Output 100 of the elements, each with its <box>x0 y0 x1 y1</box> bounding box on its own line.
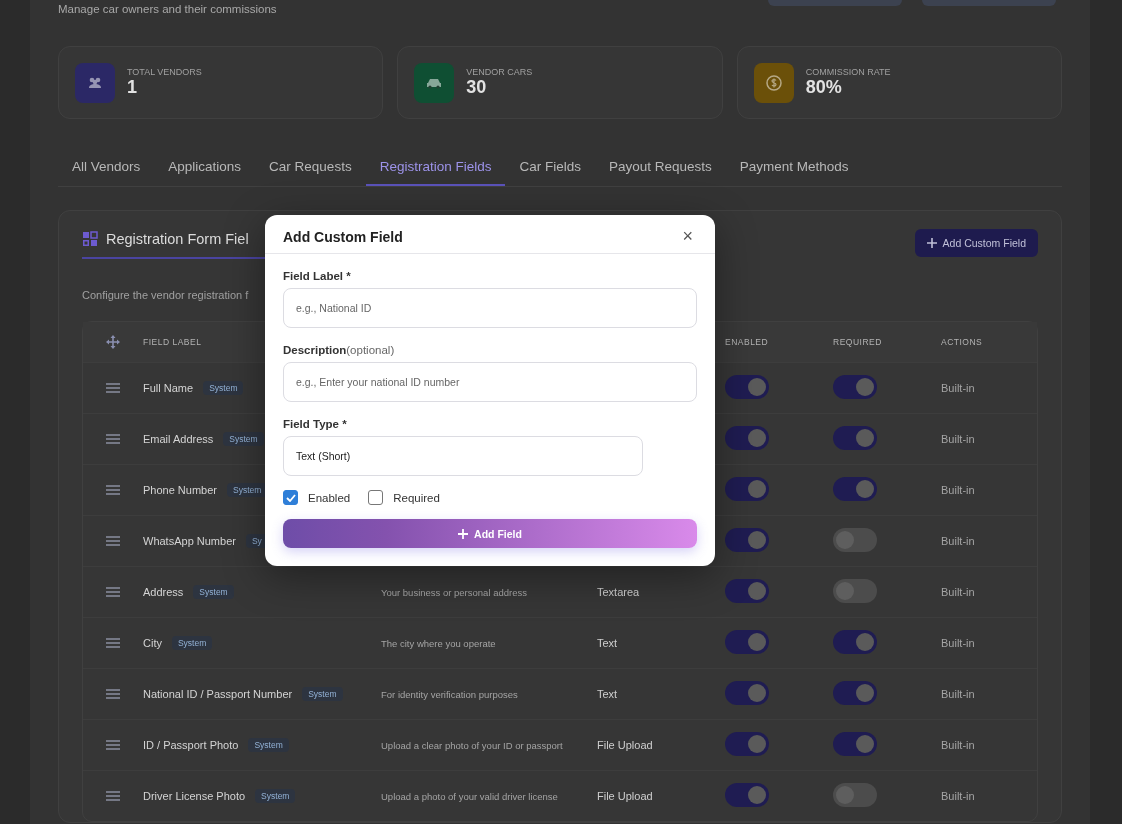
tab[interactable]: Payment Methods <box>725 149 863 186</box>
dialog-title: Add Custom Field <box>283 229 403 245</box>
field-label: Description(optional) <box>283 344 396 356</box>
drag-handle-icon[interactable] <box>106 740 120 750</box>
required-toggle[interactable] <box>833 579 877 603</box>
stat-value: 30 <box>466 77 488 98</box>
input-field[interactable]: e.g., National ID <box>283 288 697 328</box>
checkbox-label: Enabled <box>308 491 351 504</box>
field-label: Field Type * <box>283 418 348 430</box>
field-label: Address <box>143 586 184 598</box>
field-label: Phone Number <box>143 484 217 496</box>
column-header: ACTIONS <box>941 337 984 347</box>
field-label: Field Label * <box>283 270 352 282</box>
tab[interactable]: Car Requests <box>255 149 366 186</box>
drag-handle-icon[interactable] <box>106 689 120 699</box>
action-text: Built-in <box>941 637 975 649</box>
required-toggle[interactable] <box>833 681 877 705</box>
field-type: Text <box>597 637 618 649</box>
tab[interactable]: Applications <box>154 149 256 186</box>
field-description: Your business or personal address <box>381 587 527 598</box>
tab[interactable]: Car Fields <box>505 149 595 186</box>
field-label: Email Address <box>143 433 214 445</box>
system-tag: System <box>203 381 244 395</box>
enabled-toggle[interactable] <box>725 528 769 552</box>
action-text: Built-in <box>941 739 975 751</box>
tab[interactable]: All Vendors <box>58 149 155 186</box>
action-text: Built-in <box>941 382 975 394</box>
required-toggle[interactable] <box>833 375 877 399</box>
enabled-toggle[interactable] <box>725 681 769 705</box>
stat-label: COMMISSION RATE <box>805 67 891 77</box>
action-text: Built-in <box>941 535 975 547</box>
drag-handle-icon[interactable] <box>106 638 120 648</box>
field-label: Full Name <box>143 382 194 394</box>
stat-label: VENDOR CARS <box>466 67 533 77</box>
section-title: Registration Form Fiel <box>106 231 249 247</box>
drag-handle-icon[interactable] <box>106 536 120 546</box>
field-description: The city where you operate <box>381 638 496 649</box>
input-field[interactable]: e.g., Enter your national ID number <box>283 362 697 402</box>
enabled-toggle[interactable] <box>725 579 769 603</box>
field-label: Driver License Photo <box>143 790 246 802</box>
drag-handle-icon[interactable] <box>106 434 120 444</box>
required-toggle[interactable] <box>833 426 877 450</box>
add-field-button[interactable]: Add Field <box>283 519 697 548</box>
system-tag: System <box>227 483 268 497</box>
stat-label: TOTAL VENDORS <box>127 67 202 77</box>
field-type: Textarea <box>597 586 640 598</box>
stat-value: 1 <box>127 77 138 98</box>
page-subtitle: Manage car owners and their commissions <box>58 3 277 15</box>
system-tag: System <box>193 585 234 599</box>
tab[interactable]: Payout Requests <box>594 149 726 186</box>
column-header: FIELD LABEL <box>143 337 203 347</box>
field-label: ID / Passport Photo <box>143 739 239 751</box>
action-text: Built-in <box>941 688 975 700</box>
stat-value: 80% <box>805 77 843 98</box>
drag-handle-icon[interactable] <box>106 485 120 495</box>
field-type: File Upload <box>597 739 653 751</box>
field-label: City <box>143 637 162 649</box>
enabled-toggle[interactable] <box>725 783 769 807</box>
required-toggle[interactable] <box>833 783 877 807</box>
drag-handle-icon[interactable] <box>106 791 120 801</box>
add-custom-field-button[interactable]: Add Custom Field <box>914 229 1038 257</box>
system-tag: System <box>171 636 213 650</box>
enabled-toggle[interactable] <box>725 477 769 501</box>
checkbox[interactable] <box>368 490 384 505</box>
system-tag: System <box>223 432 264 446</box>
checkbox[interactable] <box>283 490 298 505</box>
enabled-toggle[interactable] <box>725 426 769 450</box>
field-label: National ID / Passport Number <box>143 688 293 700</box>
grid-icon <box>82 231 98 247</box>
action-text: Built-in <box>941 433 975 445</box>
system-tag: System <box>255 789 296 803</box>
column-header: ENABLED <box>725 337 770 347</box>
enabled-toggle[interactable] <box>725 732 769 756</box>
action-text: Built-in <box>941 484 975 496</box>
field-type: Text <box>597 688 618 700</box>
tab[interactable]: Registration Fields <box>365 149 506 186</box>
system-tag: System <box>302 687 343 701</box>
move-icon <box>105 334 121 350</box>
field-type-select[interactable]: Text (Short) <box>283 436 643 476</box>
column-header: REQUIRED <box>833 337 883 347</box>
field-description: Upload a photo of your valid driver license <box>381 791 558 802</box>
drag-handle-icon[interactable] <box>106 383 120 393</box>
enabled-toggle[interactable] <box>725 375 769 399</box>
drag-handle-icon[interactable] <box>106 587 120 597</box>
enabled-toggle[interactable] <box>725 630 769 654</box>
action-text: Built-in <box>941 790 975 802</box>
field-description: Upload a clear photo of your ID or passport <box>381 740 563 751</box>
required-toggle[interactable] <box>833 477 877 501</box>
field-label: WhatsApp Number <box>143 535 236 547</box>
required-toggle[interactable] <box>833 732 877 756</box>
field-type: File Upload <box>597 790 653 802</box>
close-button[interactable]: × <box>678 227 697 245</box>
action-text: Built-in <box>941 586 975 598</box>
plus-icon <box>926 238 937 248</box>
system-tag: System <box>248 738 289 752</box>
required-toggle[interactable] <box>833 630 877 654</box>
required-toggle[interactable] <box>833 528 877 552</box>
field-description: For identity verification purposes <box>381 689 518 700</box>
checkbox-label: Required <box>393 491 440 504</box>
plus-icon <box>458 528 469 539</box>
